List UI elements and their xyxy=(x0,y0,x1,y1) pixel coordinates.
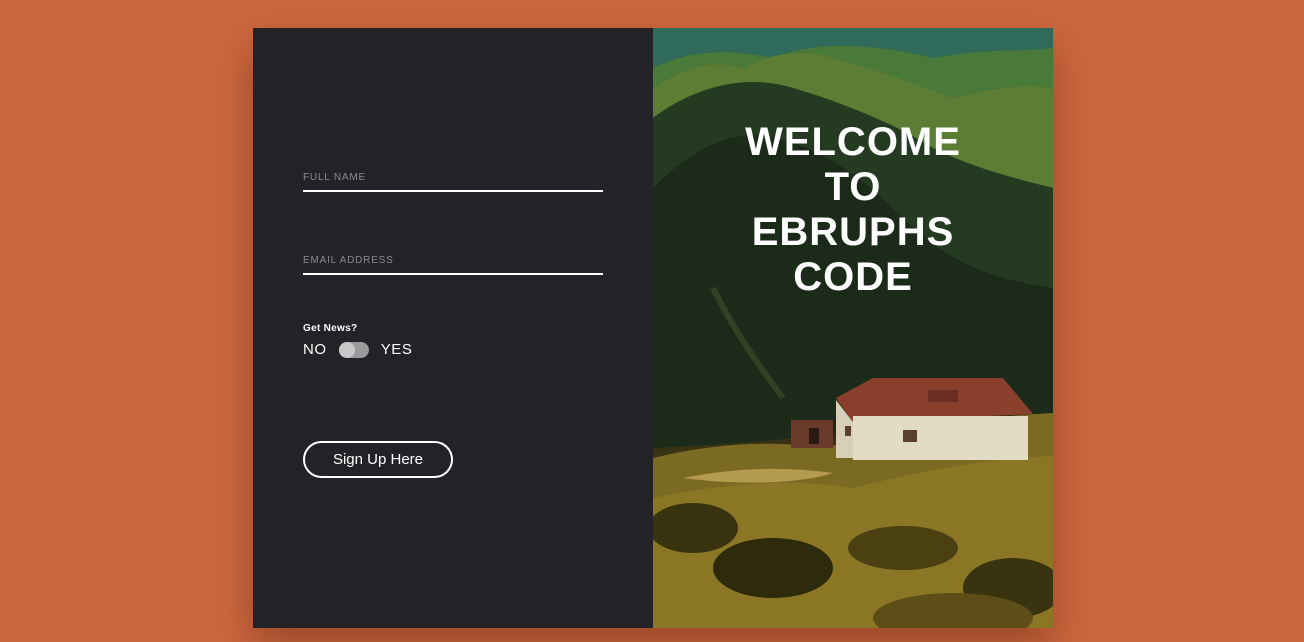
signup-form-panel: Get News? NO YES Sign Up Here xyxy=(253,28,653,628)
full-name-field xyxy=(303,164,603,192)
signup-card: Get News? NO YES Sign Up Here xyxy=(253,28,1053,628)
welcome-heading: WELCOME TO EBRUPHS CODE xyxy=(745,120,961,299)
email-input[interactable] xyxy=(303,247,603,273)
hero-image-panel: WELCOME TO EBRUPHS CODE xyxy=(653,28,1053,628)
toggle-knob[interactable] xyxy=(338,341,355,358)
sign-up-button[interactable]: Sign Up Here xyxy=(303,441,453,478)
toggle-no-label: NO xyxy=(303,341,327,358)
toggle-yes-label: YES xyxy=(380,341,413,358)
news-toggle-row: NO YES xyxy=(303,341,413,358)
email-field xyxy=(303,247,603,275)
mountain-house-landscape-image xyxy=(653,28,1053,628)
get-news-label: Get News? xyxy=(303,323,358,334)
news-toggle[interactable] xyxy=(338,341,369,358)
full-name-input[interactable] xyxy=(303,164,603,190)
